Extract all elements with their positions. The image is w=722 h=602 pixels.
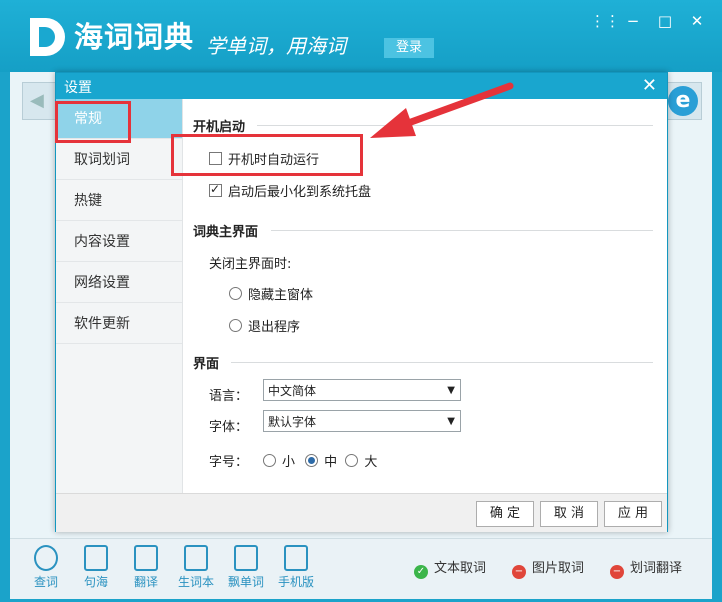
apply-button[interactable]: 应 用 [604,501,662,527]
minus-icon: − [512,565,526,579]
font-size-label: 字号： [209,455,249,470]
minimize-tray-label: 启动后最小化到系统托盘 [228,185,372,200]
app-window: 海词词典 学单词，用海词 登录 ⋮⋮ − □ ✕ ◀ e 设置 ✕ 常规 取词划… [0,0,722,602]
menu-grid-icon[interactable]: ⋮⋮ [590,12,620,30]
minus-icon: − [610,565,624,579]
settings-nav: 常规 取词划词 热键 内容设置 网络设置 软件更新 [56,99,183,493]
app-title: 海词词典 [74,20,195,54]
tool-mobile[interactable]: 手机版 [272,545,320,590]
nav-item-hotkeys[interactable]: 热键 [56,181,182,221]
tool-wordbook-label: 生词本 [177,575,214,589]
tool-floating-words-label: 飘单词 [227,575,264,589]
language-value: 中文简体 [268,384,317,398]
exit-program-label: 退出程序 [248,320,301,335]
minimize-tray-checkbox[interactable] [209,182,222,197]
status-select-translate[interactable]: − 划词翻译 [610,557,682,579]
app-header: 海词词典 学单词，用海词 登录 ⋮⋮ − □ ✕ [0,0,722,72]
dialog-title: 设置 [64,80,92,96]
tool-sentences[interactable]: 句海 [72,545,120,590]
status-image-capture-label: 图片取词 [532,561,585,576]
bottom-toolbar: 查词 句海 翻译 生词本 飘单词 手机版 ✓ 文本取词 − 图片取词 − 划词翻… [10,538,712,599]
section-divider [271,230,653,231]
floating-word-icon [234,545,258,571]
browser-icon[interactable]: e [668,86,698,116]
tool-mobile-label: 手机版 [277,575,314,589]
size-small-radio[interactable] [263,454,276,467]
check-icon: ✓ [414,565,428,579]
status-select-translate-label: 划词翻译 [630,561,683,576]
annotation-box-general [55,101,131,143]
annotation-arrow-icon [370,82,514,138]
nav-item-update[interactable]: 软件更新 [56,304,182,344]
hide-window-label: 隐藏主窗体 [248,288,314,303]
status-text-capture-label: 文本取词 [434,561,487,576]
font-select[interactable]: 默认字体 ▼ [263,410,461,432]
nav-item-word-capture[interactable]: 取词划词 [56,140,182,180]
nav-item-network[interactable]: 网络设置 [56,263,182,303]
font-label: 字体： [209,420,249,435]
tool-wordbook[interactable]: 生词本 [172,545,220,590]
app-slogan: 学单词，用海词 [206,34,346,58]
annotation-box-autorun [171,134,363,176]
tool-translate[interactable]: 翻译 [122,545,170,590]
dialog-close-icon[interactable]: ✕ [642,75,657,96]
size-medium-radio[interactable] [305,454,319,467]
ok-button[interactable]: 确 定 [476,501,534,527]
back-arrow-icon[interactable]: ◀ [30,90,52,112]
dialog-footer: 确 定 取 消 应 用 [56,493,667,532]
status-image-capture[interactable]: − 图片取词 [512,557,584,579]
dropdown-arrow-icon: ▼ [447,385,455,396]
size-small-label: 小 [282,455,296,470]
tool-sentences-label: 句海 [83,575,108,589]
language-select[interactable]: 中文简体 ▼ [263,379,461,401]
size-medium-label: 中 [324,455,338,470]
cancel-button[interactable]: 取 消 [540,501,598,527]
section-title-interface: 界面 [193,357,220,372]
font-size-options: 小 中 大 [263,451,377,470]
minimize-tray-option[interactable]: 启动后最小化到系统托盘 [209,181,371,200]
exit-program-option[interactable]: 退出程序 [229,316,300,335]
maximize-icon[interactable]: □ [656,12,674,30]
notebook-icon [184,545,208,571]
tool-floating-words[interactable]: 飘单词 [222,545,270,590]
section-title-main-ui: 词典主界面 [193,225,259,240]
haici-logo-icon [30,18,65,56]
font-value: 默认字体 [268,415,317,429]
hide-window-radio[interactable] [229,287,242,300]
tool-lookup-label: 查词 [33,575,58,589]
close-behavior-label: 关闭主界面时: [209,257,292,272]
tool-translate-label: 翻译 [133,575,158,589]
tool-lookup[interactable]: 查词 [22,545,70,590]
nav-item-content[interactable]: 内容设置 [56,222,182,262]
dropdown-arrow-icon: ▼ [447,416,455,427]
hide-window-option[interactable]: 隐藏主窗体 [229,284,313,303]
section-title-startup: 开机启动 [193,120,246,135]
document-icon [84,545,108,571]
language-label: 语言： [209,389,249,404]
phone-icon [284,545,308,571]
size-large-label: 大 [364,455,378,470]
exit-program-radio[interactable] [229,319,242,332]
login-button[interactable]: 登录 [384,38,434,58]
magnifier-icon [34,545,58,571]
size-large-radio[interactable] [345,454,359,467]
section-divider [231,362,653,363]
translate-icon [134,545,158,571]
minimize-icon[interactable]: − [624,12,642,30]
status-text-capture[interactable]: ✓ 文本取词 [414,557,486,579]
close-icon[interactable]: ✕ [688,12,706,30]
